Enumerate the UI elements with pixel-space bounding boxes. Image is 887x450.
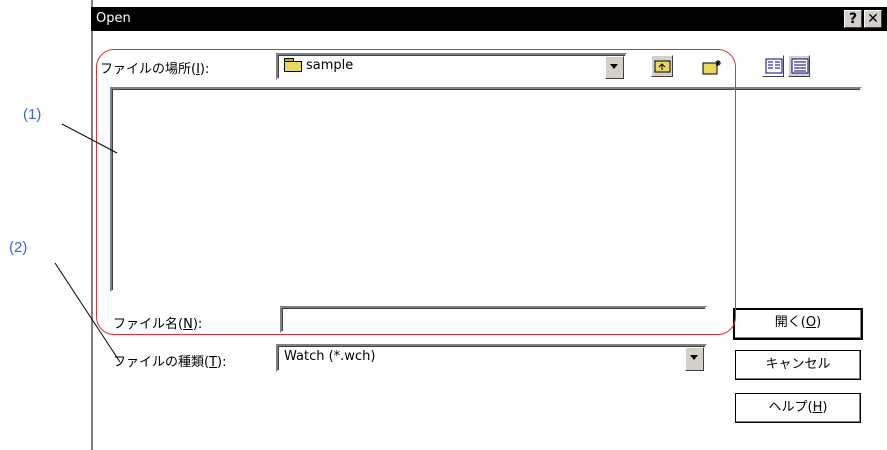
leader-line-2: [54, 262, 121, 363]
leader-line-1: [61, 123, 118, 154]
annotation-leaders: [54, 123, 121, 363]
